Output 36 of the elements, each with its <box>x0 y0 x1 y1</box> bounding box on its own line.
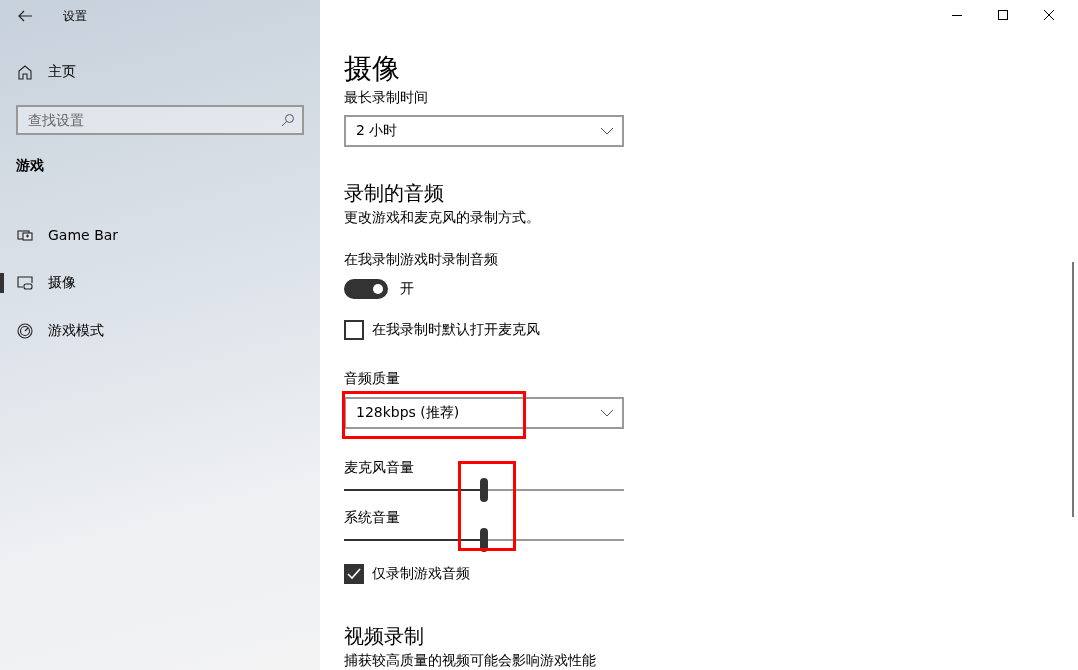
section-description: 更改游戏和麦克风的录制方式。 <box>344 208 541 227</box>
checkbox-label: 在我录制时默认打开麦克风 <box>372 321 540 339</box>
monitor-icon <box>17 227 33 243</box>
sidebar-item[interactable]: 摄像 <box>0 259 320 307</box>
slider-thumb[interactable] <box>480 478 488 502</box>
gauge-icon <box>17 323 33 339</box>
page-title: 摄像 <box>344 51 401 87</box>
slider-track[interactable] <box>344 478 624 502</box>
section-heading: 游戏 <box>16 157 45 175</box>
section-description: 捕获较高质量的视频可能会影响游戏性能 <box>344 651 597 670</box>
toggle-label: 在我录制游戏时录制音频 <box>344 250 499 269</box>
search-field[interactable]: 查找设置 <box>16 105 304 135</box>
section-heading: 视频录制 <box>344 623 425 650</box>
scrollbar[interactable] <box>1072 262 1074 517</box>
screen-capture-icon <box>17 275 33 291</box>
chevron-icon <box>600 409 614 417</box>
checkbox-label: 仅录制游戏音频 <box>372 565 470 583</box>
search-icon[interactable] <box>281 113 295 127</box>
home-link[interactable]: 主页 <box>48 63 76 81</box>
toggle-state-label: 开 <box>400 280 414 298</box>
chevron-icon <box>600 127 614 135</box>
field-label: 音频质量 <box>344 369 401 388</box>
window-title: 设置 <box>63 7 87 25</box>
back-arrow-icon[interactable] <box>17 8 33 24</box>
field-label: 最长录制时间 <box>344 88 429 107</box>
checkbox[interactable] <box>344 564 364 584</box>
slider-label: 麦克风音量 <box>344 458 415 477</box>
toggle-switch[interactable] <box>344 279 388 299</box>
slider-label: 系统音量 <box>344 508 401 527</box>
sidebar-item[interactable]: Game Bar <box>0 211 320 259</box>
dropdown[interactable]: 128kbps (推荐) <box>344 397 624 429</box>
dropdown[interactable]: 2 小时 <box>344 115 624 147</box>
sidebar-item[interactable]: 游戏模式 <box>0 307 320 355</box>
checkbox[interactable] <box>344 320 364 340</box>
home-icon[interactable] <box>17 64 33 80</box>
section-heading: 录制的音频 <box>344 180 445 207</box>
